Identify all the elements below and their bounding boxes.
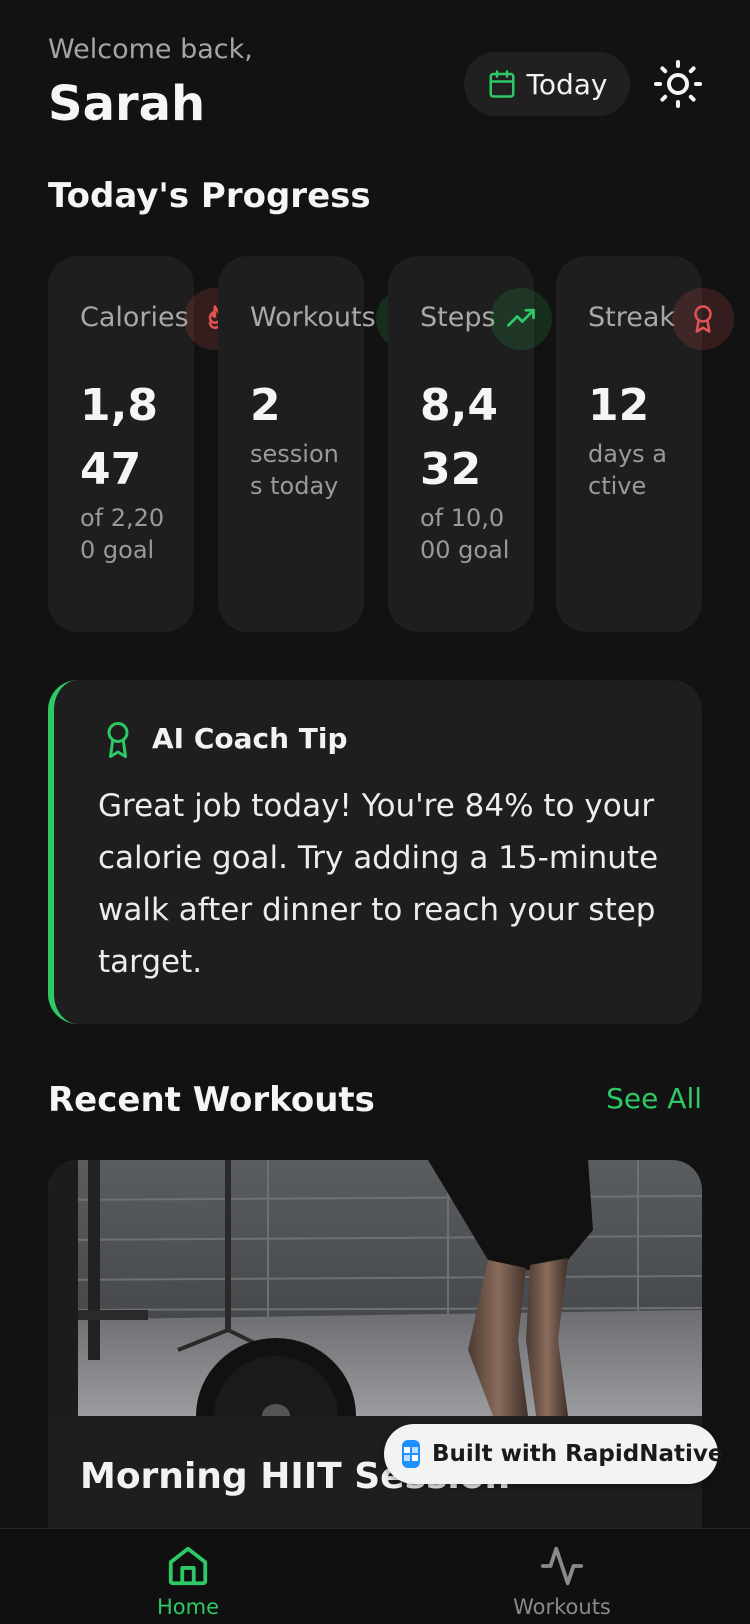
nav-item-workouts[interactable]: Workouts (482, 1529, 642, 1624)
stat-value: 1,847 (80, 380, 158, 495)
workout-card[interactable]: Morning HIIT Session (48, 1160, 702, 1580)
nav-item-home[interactable]: Home (108, 1529, 268, 1624)
stat-label: Workouts (250, 302, 376, 333)
sun-icon[interactable] (654, 60, 702, 108)
stat-label: Steps (420, 302, 496, 333)
tip-title: AI Coach Tip (152, 722, 348, 755)
award-icon (107, 722, 129, 758)
award-icon (672, 288, 734, 350)
stat-subtext: of 10,000 goal (420, 504, 510, 564)
stat-card-calories[interactable]: Calories 1,847 of 2,200 goal (48, 256, 246, 632)
bottom-nav: Home Workouts (0, 1528, 750, 1624)
calendar-icon (489, 70, 514, 98)
progress-title: Today's Progress (48, 176, 371, 216)
home-icon (168, 1546, 208, 1586)
stat-subtext: days active (588, 440, 667, 500)
stat-card-streak[interactable]: Streak 12 days active (556, 256, 734, 632)
built-with-badge[interactable]: Built with RapidNative (384, 1424, 723, 1484)
home-screen: Welcome back, Sarah Today Today's Progre… (0, 0, 750, 1624)
tip-body: Great job today! You're 84% to your calo… (98, 788, 659, 980)
nav-label-home: Home (156, 1595, 219, 1619)
nav-label-workouts: Workouts (513, 1595, 611, 1619)
stat-card-workouts[interactable]: Workouts 2 sessions today (218, 256, 438, 632)
stat-subtext: of 2,200 goal (80, 504, 165, 564)
recent-workouts-title: Recent Workouts (48, 1080, 375, 1120)
activity-icon (540, 1546, 584, 1586)
workout-image (48, 1160, 702, 1416)
stat-value: 2 (250, 380, 281, 431)
date-filter-button[interactable]: Today (464, 52, 630, 116)
stat-label: Calories (80, 302, 189, 333)
welcome-text: Welcome back, (48, 34, 253, 65)
stat-card-steps[interactable]: Steps 8,432 of 10,000 goal (388, 256, 552, 632)
user-name: Sarah (48, 76, 206, 132)
stat-value: 12 (588, 380, 650, 431)
stat-value: 8,432 (420, 380, 498, 495)
rapidnative-logo-icon (402, 1440, 420, 1468)
date-filter-label: Today (526, 67, 608, 101)
badge-label: Built with RapidNative (432, 1441, 724, 1467)
stat-label: Streak (588, 302, 676, 333)
see-all-link[interactable]: See All (606, 1082, 702, 1115)
ai-coach-tip-card: AI Coach Tip Great job today! You're 84%… (48, 680, 702, 1024)
trending-up-icon (490, 288, 552, 350)
stat-subtext: sessions today (250, 440, 339, 500)
